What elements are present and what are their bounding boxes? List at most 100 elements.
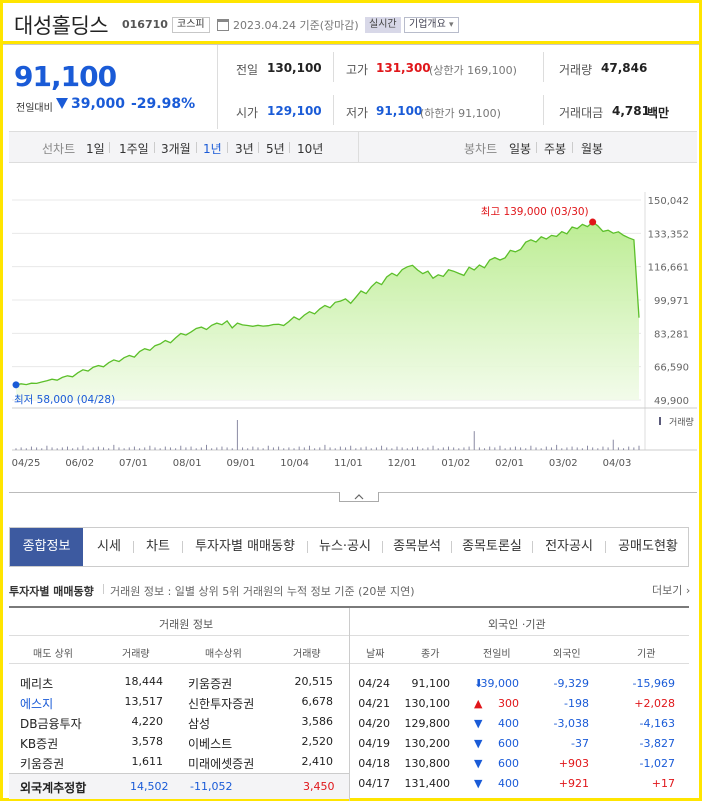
y-axis: 150,042 133,352 116,661 99,971 83,281 66,590 4… [648,196,689,407]
volume-bar [396,446,398,450]
down-arrow-icon: ▼ [474,777,483,790]
period-10y[interactable]: 10년 [297,140,323,157]
volume-bar [355,448,357,450]
broker-sell-name[interactable]: DB금융투자 [20,715,82,732]
tab-chart[interactable]: 차트 [135,528,181,566]
separator [307,541,308,553]
tab-bar: 종합정보 시세 차트 투자자별 매매동향 뉴스·공시 종목분석 종목토론실 전자… [9,527,689,567]
period-1y[interactable]: 1년 [203,140,222,157]
volume-bar [314,448,316,450]
candle-weekly[interactable]: 주봉 [544,140,566,157]
volume-bar [144,447,146,450]
col-change: 전일비 [483,649,511,660]
x-tick-label: 03/02 [549,458,578,469]
company-overview-button[interactable]: 기업개요 ▾ [404,17,459,33]
broker-sell-name[interactable]: 에스지 [20,695,53,712]
tab-disclosure[interactable]: 전자공시 [534,528,604,566]
tab-quotes[interactable]: 시세 [86,528,132,566]
broker-buy-name[interactable]: 이베스트 [188,735,232,752]
volume-bar [581,448,583,450]
divider [543,52,544,82]
y-tick-label: 99,971 [654,296,689,307]
separator [451,541,452,553]
period-5y[interactable]: 5년 [266,140,285,157]
low-marker [12,381,20,389]
volume-bar [195,448,197,450]
foreign-net: -37 [571,737,589,750]
volume-bar [206,444,208,450]
broker-buy-name[interactable]: 신한투자증권 [188,695,254,712]
tab-analysis[interactable]: 종목분석 [384,528,450,566]
broker-sell-name[interactable]: KB증권 [20,735,58,752]
foreign-date: 04/24 [358,677,390,690]
tab-investor-trading[interactable]: 투자자별 매매동향 [184,528,306,566]
broker-sell-name[interactable]: 메리츠 [20,675,53,692]
volume-bar [566,447,568,450]
volume-bar [319,447,321,450]
volume-bar [597,448,599,450]
tab-news[interactable]: 뉴스·공시 [309,528,381,566]
high-marker [589,218,597,226]
collapse-chart-button[interactable] [339,492,379,502]
volume-bar [324,444,326,450]
broker-sell-name[interactable]: 키움증권 [20,755,64,772]
volume-bar [77,447,79,450]
volume-bar [221,446,223,450]
broker-buy-name[interactable]: 삼성 [188,715,210,732]
table-divider [349,608,350,801]
period-1w[interactable]: 1주일 [119,140,149,157]
volume-bar [175,448,177,450]
low-label: 저가 [346,106,369,120]
period-3y[interactable]: 3년 [235,140,254,157]
volume-bar [447,446,449,450]
volume-bar [628,446,630,450]
volume-bar [149,445,151,450]
separator [289,142,290,153]
volume-bar [56,448,58,450]
volume-bar [437,448,439,450]
volume-bar [432,445,434,450]
realtime-button[interactable]: 실시간 [365,17,401,33]
institution-net: -1,027 [639,757,675,770]
candle-daily[interactable]: 일봉 [509,140,531,157]
period-3m[interactable]: 3개월 [161,140,191,157]
broker-buy-name[interactable]: 미래에셋증권 [188,755,254,772]
volume-bar [108,448,110,450]
separator [258,142,259,153]
volume-bar [113,444,115,450]
col-buy-top: 매수상위 [205,649,242,660]
period-1d[interactable]: 1일 [86,140,105,157]
stock-name: 대성홀딩스 [14,14,109,38]
foreign-date: 04/21 [358,697,390,710]
volume-bar [278,446,280,450]
candle-monthly[interactable]: 월봉 [581,140,603,157]
x-tick-label: 02/01 [495,458,524,469]
company-overview-label: 기업개요 [409,19,446,30]
price-chart[interactable]: 150,042 133,352 116,661 99,971 83,281 66,590 4… [9,166,697,476]
volume-bar [92,447,94,450]
tab-summary[interactable]: 종합정보 [10,528,83,566]
col-date: 날짜 [366,649,385,660]
market-badge: 코스피 [172,17,210,33]
broker-sell-volume: 4,220 [131,715,164,728]
down-arrow-icon: ▼ [474,737,483,750]
volume-bar [51,447,53,450]
volume-value: 47,846 [601,61,648,75]
divider [217,45,218,129]
volume-bar [72,448,74,450]
tab-short-selling[interactable]: 공매도현황 [607,528,689,566]
volume-bar [494,447,496,450]
volume-bar [514,446,516,450]
more-link[interactable]: 더보기 › [652,582,690,598]
broker-buy-name[interactable]: 키움증권 [188,675,232,692]
volume-bar [154,447,156,450]
y-tick-label: 83,281 [654,329,689,340]
volume-bar [550,447,552,450]
low-value: 91,100 [376,104,423,118]
volume-bar [133,446,135,450]
separator [382,541,383,553]
tab-discussion[interactable]: 종목토론실 [453,528,531,566]
volume-bar [633,447,635,450]
x-tick-label: 07/01 [119,458,148,469]
divider [333,95,334,125]
